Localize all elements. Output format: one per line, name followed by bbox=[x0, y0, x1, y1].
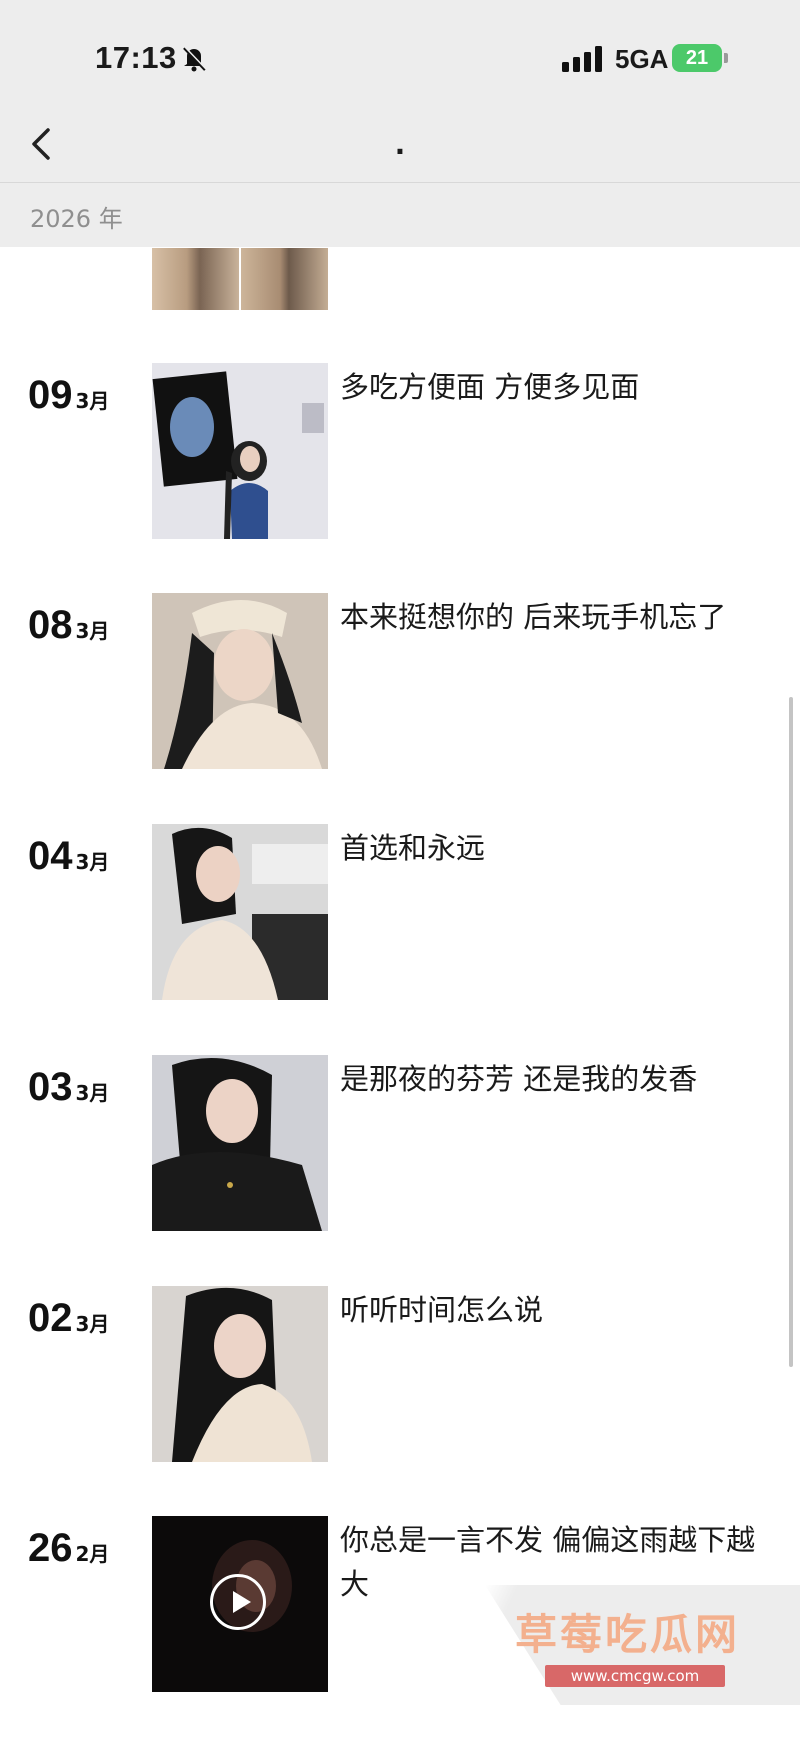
year-label: 2026 年 bbox=[30, 205, 123, 233]
entry-month: 3月 bbox=[75, 1312, 110, 1336]
entry-caption: 是那夜的芬芳 还是我的发香 bbox=[340, 1062, 698, 1096]
thumbnail[interactable] bbox=[152, 248, 239, 310]
photo-thumbnail[interactable] bbox=[152, 824, 328, 1000]
bell-slash-icon bbox=[183, 46, 207, 72]
play-icon[interactable] bbox=[210, 1574, 266, 1630]
nav-bar: . bbox=[0, 108, 800, 183]
photo-thumbnail[interactable] bbox=[152, 1286, 328, 1462]
scrollbar[interactable] bbox=[789, 697, 793, 1367]
entry-date: 08 3月 bbox=[28, 603, 109, 648]
photo-thumbnail[interactable] bbox=[152, 363, 328, 539]
entry-day: 02 bbox=[28, 1296, 73, 1340]
entry-day: 09 bbox=[28, 373, 73, 417]
previous-entry-thumbnails[interactable] bbox=[152, 248, 328, 310]
entry-date: 09 3月 bbox=[28, 373, 109, 418]
entry-month: 3月 bbox=[75, 619, 110, 643]
entry-date: 26 2月 bbox=[28, 1526, 109, 1571]
entry-date: 02 3月 bbox=[28, 1296, 109, 1341]
entry-day: 04 bbox=[28, 834, 73, 878]
moment-entry[interactable]: 02 3月 听听时间怎么说 bbox=[0, 1286, 800, 1466]
battery-indicator: 21 bbox=[672, 44, 722, 72]
moment-entry[interactable]: 08 3月 本来挺想你的 后来玩手机忘了 bbox=[0, 593, 800, 773]
photo-thumbnail[interactable] bbox=[152, 593, 328, 769]
status-bar: 17:13 5GA 21 bbox=[0, 0, 800, 108]
entry-month: 3月 bbox=[75, 850, 110, 874]
moment-entry[interactable]: 09 3月 多吃方便面 方便多见面 bbox=[0, 363, 800, 543]
watermark-url: www.cmcgw.com bbox=[545, 1665, 725, 1687]
year-header: 2026 年 bbox=[0, 183, 800, 247]
entry-day: 26 bbox=[28, 1526, 73, 1570]
watermark-logo-text: 草莓吃瓜网 bbox=[515, 1610, 741, 1659]
watermark: 草莓吃瓜网 www.cmcgw.com bbox=[485, 1585, 800, 1705]
entry-caption: 首选和永远 bbox=[340, 831, 486, 865]
photo-thumbnail[interactable] bbox=[152, 1055, 328, 1231]
moment-entry[interactable]: 04 3月 首选和永远 bbox=[0, 824, 800, 1004]
entry-day: 03 bbox=[28, 1065, 73, 1109]
clock: 17:13 bbox=[95, 40, 177, 75]
entry-month: 3月 bbox=[75, 1081, 110, 1105]
entry-day: 08 bbox=[28, 603, 73, 647]
video-thumbnail[interactable] bbox=[152, 1516, 328, 1692]
network-type: 5GA bbox=[615, 44, 669, 74]
moment-entry[interactable]: 03 3月 是那夜的芬芳 还是我的发香 bbox=[0, 1055, 800, 1235]
entry-caption: 听听时间怎么说 bbox=[340, 1293, 544, 1327]
entry-caption: 多吃方便面 方便多见面 bbox=[340, 370, 640, 404]
signal-icon bbox=[562, 46, 602, 72]
thumbnail[interactable] bbox=[241, 248, 328, 310]
entry-caption: 本来挺想你的 后来玩手机忘了 bbox=[340, 600, 727, 634]
page-title: . bbox=[394, 128, 406, 161]
battery-tip bbox=[724, 53, 728, 63]
entry-month: 3月 bbox=[75, 389, 110, 413]
entry-date: 03 3月 bbox=[28, 1065, 109, 1110]
battery-level: 21 bbox=[685, 46, 709, 69]
entry-date: 04 3月 bbox=[28, 834, 109, 879]
entry-month: 2月 bbox=[75, 1542, 110, 1566]
